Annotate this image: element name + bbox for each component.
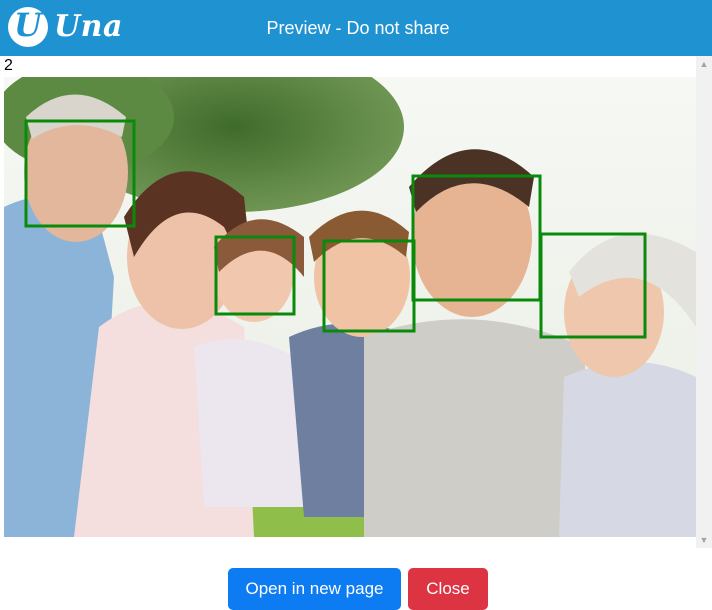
header-bar: U Una Preview - Do not share (0, 0, 712, 56)
preview-frame[interactable]: 2 ▲ ▼ (2, 56, 712, 548)
open-in-new-page-button[interactable]: Open in new page (228, 568, 401, 610)
preview-title: Preview - Do not share (266, 18, 450, 38)
logo-letter: U (14, 6, 42, 44)
logo-text: Una (54, 9, 123, 44)
scroll-up-icon[interactable]: ▲ (696, 56, 712, 72)
una-logo: U Una (8, 6, 138, 49)
face-count: 2 (4, 57, 13, 74)
vertical-scrollbar[interactable]: ▲ ▼ (696, 56, 712, 548)
close-button[interactable]: Close (408, 568, 488, 610)
family-photo (4, 77, 696, 537)
logo-circle-icon: U (8, 6, 48, 47)
scroll-down-icon[interactable]: ▼ (696, 532, 712, 548)
